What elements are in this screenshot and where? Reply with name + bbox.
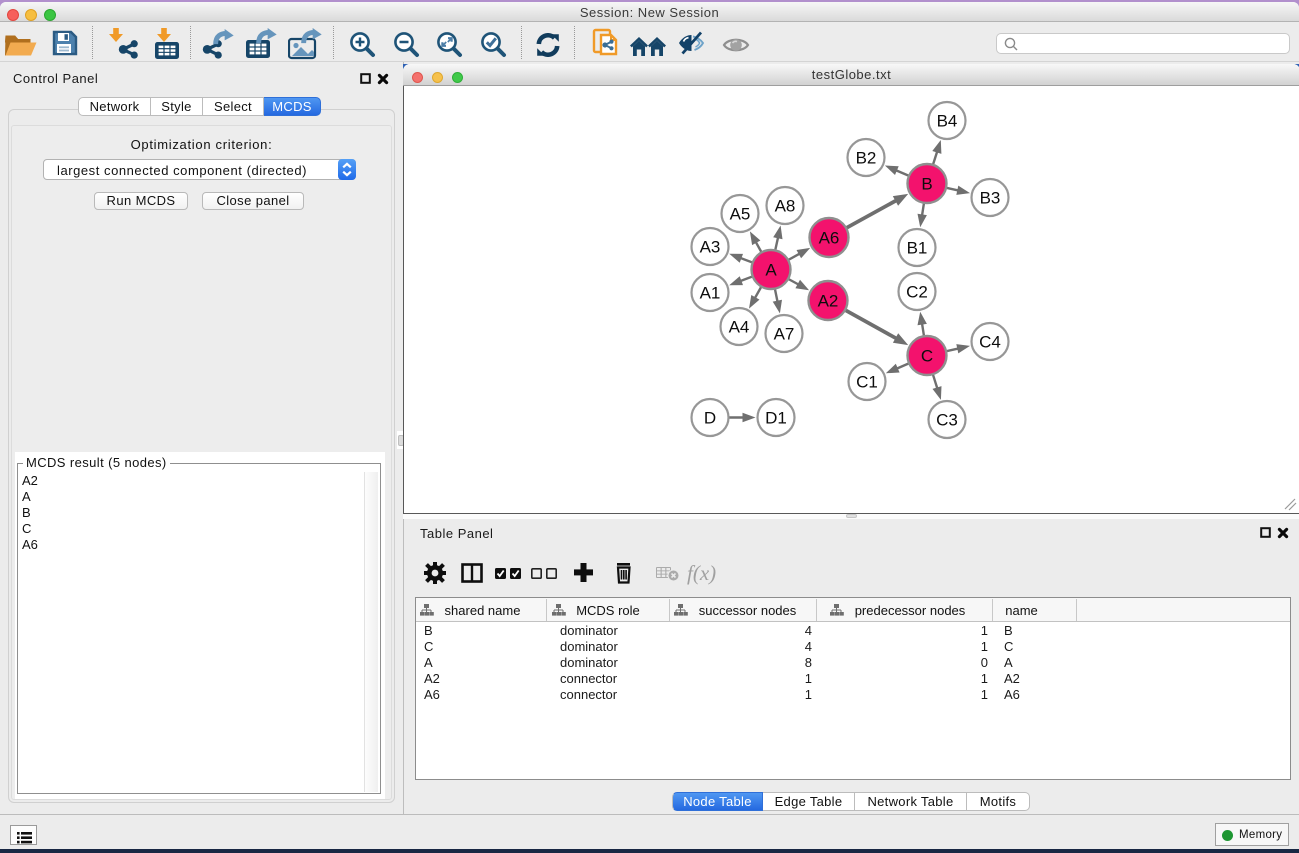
svg-text:A8: A8 xyxy=(775,196,796,215)
svg-text:B1: B1 xyxy=(907,238,928,257)
svg-text:A5: A5 xyxy=(730,204,751,223)
svg-text:C4: C4 xyxy=(979,332,1001,351)
svg-text:A6: A6 xyxy=(819,228,840,247)
svg-text:A1: A1 xyxy=(700,283,721,302)
svg-text:B4: B4 xyxy=(937,111,958,130)
svg-text:C: C xyxy=(921,346,933,365)
svg-text:B: B xyxy=(921,174,932,193)
svg-text:A7: A7 xyxy=(774,324,795,343)
svg-text:A4: A4 xyxy=(729,317,750,336)
svg-text:D1: D1 xyxy=(765,408,787,427)
svg-text:A3: A3 xyxy=(700,237,721,256)
svg-text:C3: C3 xyxy=(936,410,958,429)
svg-text:B3: B3 xyxy=(980,188,1001,207)
svg-text:A: A xyxy=(765,260,777,279)
svg-text:A2: A2 xyxy=(818,291,839,310)
svg-text:D: D xyxy=(704,408,716,427)
svg-text:C2: C2 xyxy=(906,282,928,301)
svg-text:B2: B2 xyxy=(856,148,877,167)
svg-text:C1: C1 xyxy=(856,372,878,391)
